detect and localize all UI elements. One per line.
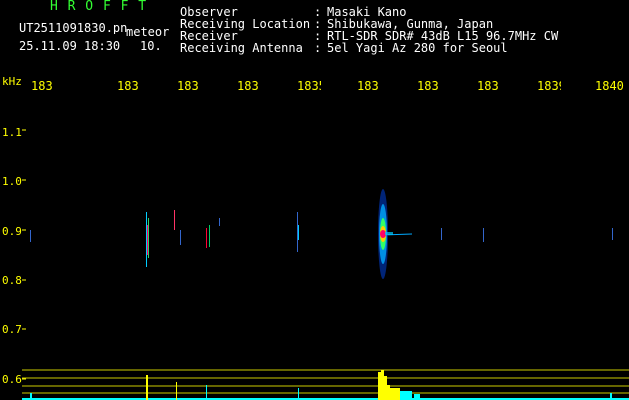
x-tick-label: 1840 [595,80,624,92]
x-tick-label: 183( [477,80,501,92]
level-gridlines [22,369,629,394]
y-tick-label: 0.8 [2,274,22,287]
y-tick-label: 0.7 [2,323,22,336]
info-label-antenna: Receiving Antenna [180,41,303,55]
x-tick-label: 183' [417,80,441,92]
y-axis-unit: kHz [2,75,22,88]
x-tick-label: 183: [117,80,141,92]
faint-signal-traces [30,210,613,267]
station-info: Observer : Masaki Kano Receiving Locatio… [0,0,629,72]
y-tick-label: 1.0 [2,175,22,188]
y-tick-label: 1.1 [2,126,22,139]
x-tick-label: 183 [31,80,52,92]
x-tick-label: 183; [177,80,201,92]
y-tick-label: 0.9 [2,225,22,238]
signal-level-bars [22,370,629,400]
x-tick-label: 1839 [537,80,561,92]
spectrogram-plot [22,129,629,400]
x-tick-label: 183. [237,80,261,92]
y-tick-label: 0.6 [2,373,22,386]
y-axis-ticks [22,129,26,380]
info-colon: : [314,41,322,55]
meteor-echo [378,189,413,279]
x-tick-label: 1835 [297,80,321,92]
x-tick-label: 183( [357,80,381,92]
info-value-antenna: 5el Yagi Az 280 for Seoul [327,41,508,55]
